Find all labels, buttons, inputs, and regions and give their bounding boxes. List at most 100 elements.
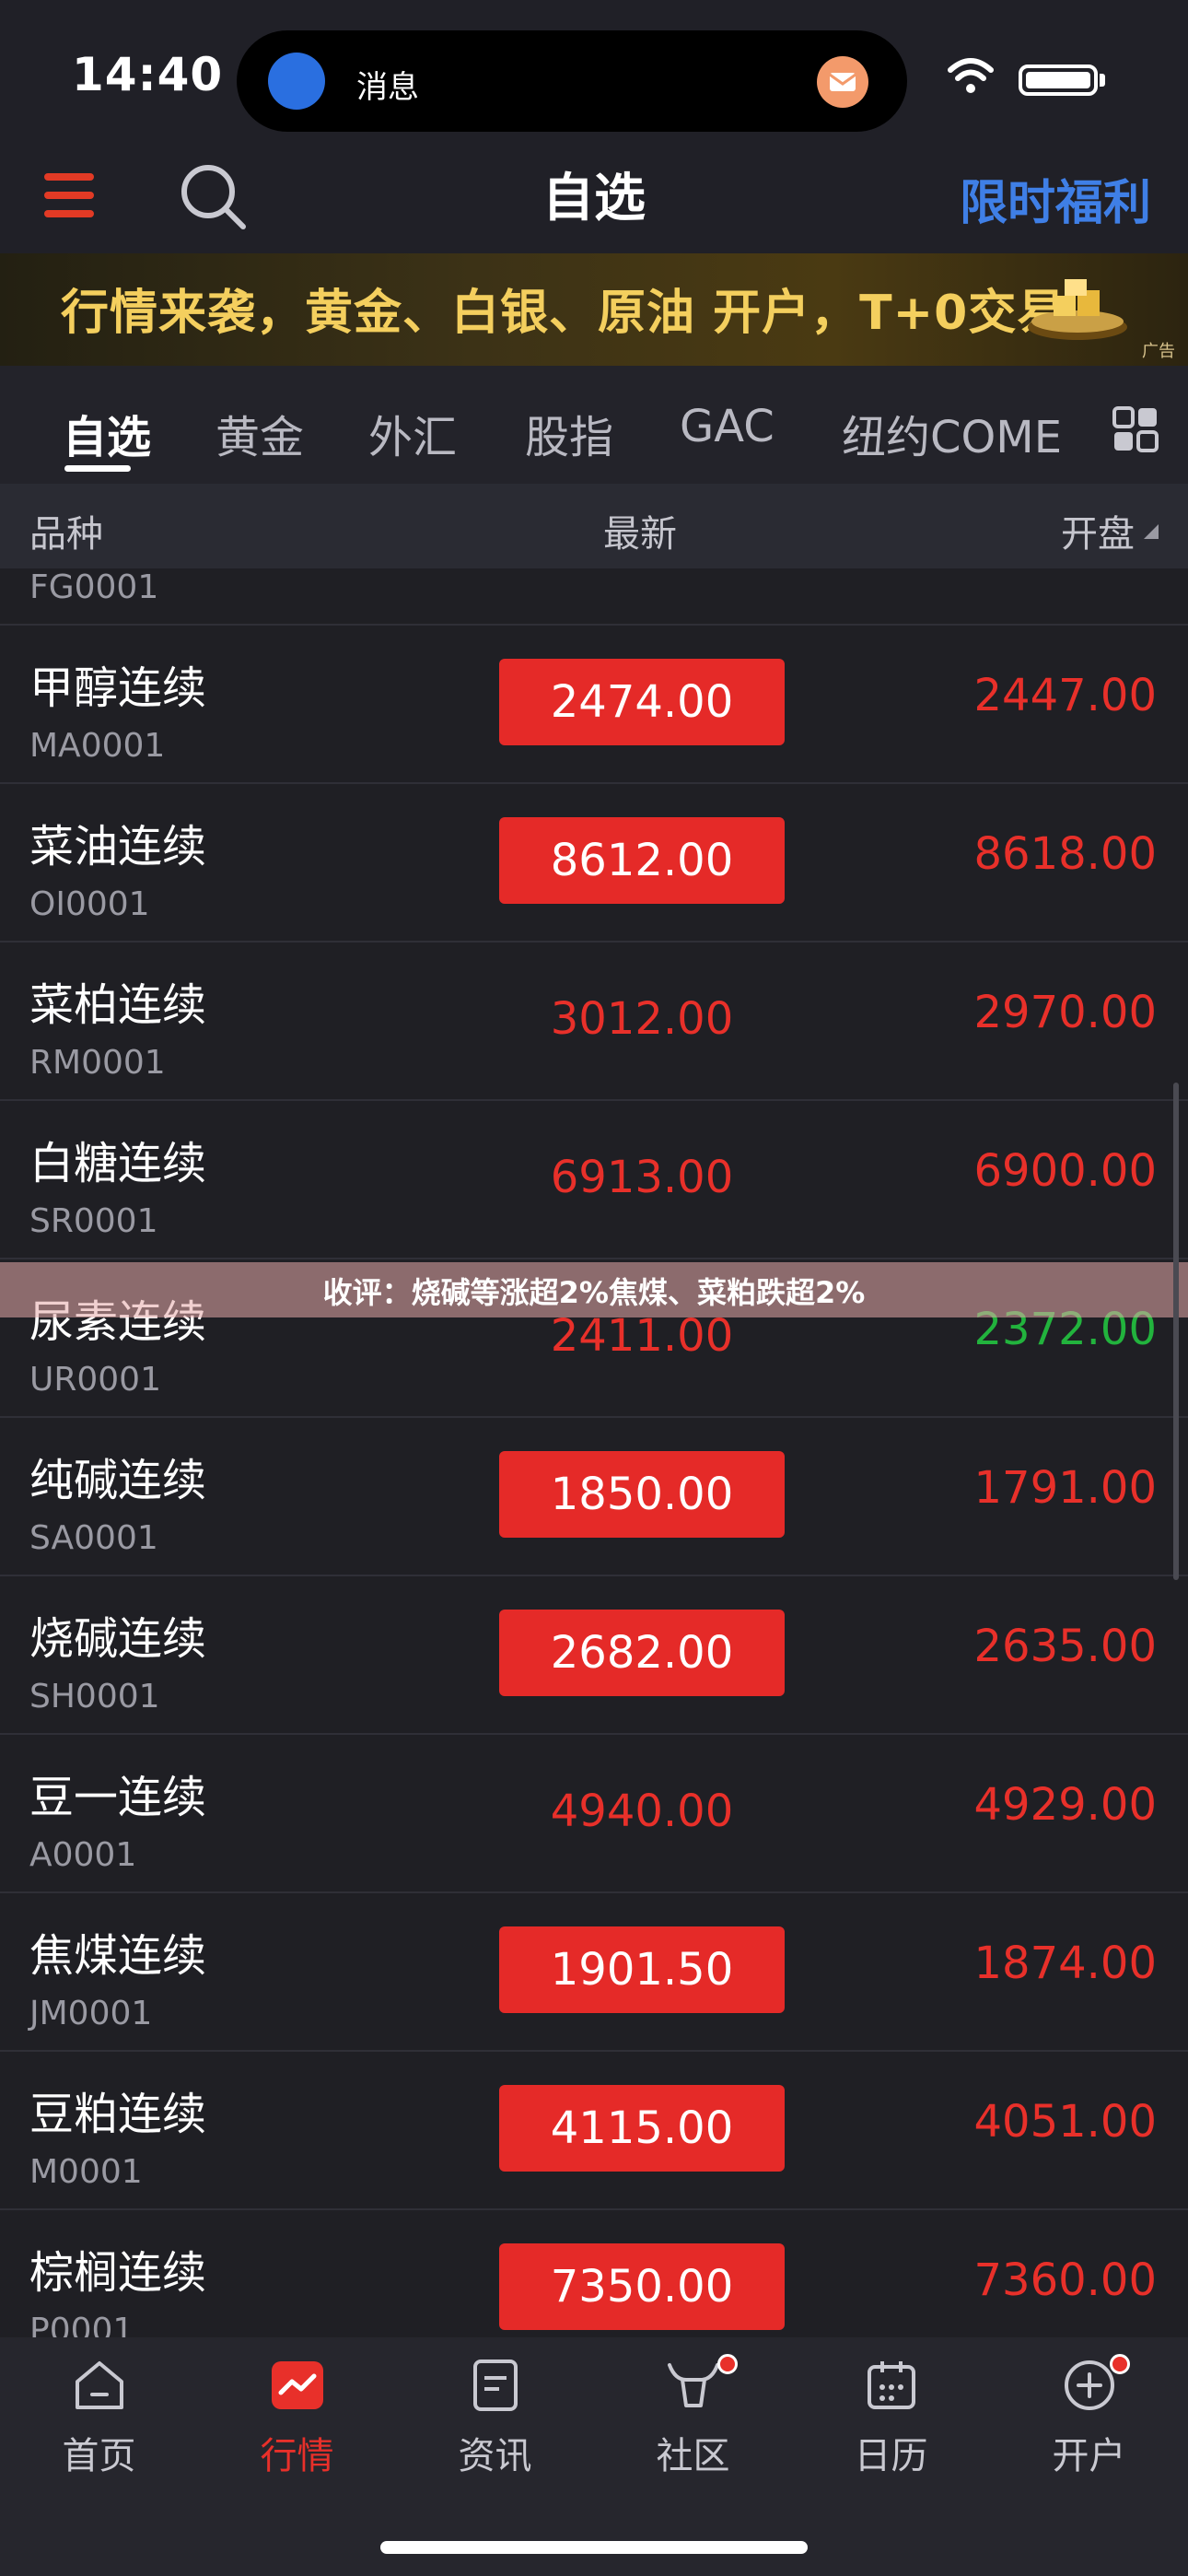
ad-tag: 广告 [1142,342,1175,361]
row-open-price: 8618.00 [973,828,1158,880]
promo-link[interactable]: 限时福利 [960,164,1151,233]
row-open-price: 2970.00 [973,987,1158,1038]
table-row[interactable]: 豆粕连续 M0001 4115.00 4051.00 [0,2052,1188,2210]
row-name: 棕榈连续 [29,2247,207,2299]
tab-gold[interactable]: 黄金 [215,401,304,465]
row-latest-price: 4940.00 [550,1786,734,1837]
row-code: MA0001 [29,727,166,765]
table-row[interactable]: 白糖连续 SR0001 6913.00 6900.00 [0,1101,1188,1259]
table-row[interactable]: 菜油连续 OI0001 8612.00 8618.00 [0,784,1188,943]
row-latest-price: 3012.00 [550,993,734,1045]
nav-calendar[interactable]: 日历 [792,2356,990,2479]
row-code: SR0001 [29,1202,158,1240]
row-latest-price: 2682.00 [499,1610,785,1696]
tab-comex[interactable]: 纽约COME [842,401,1072,465]
row-open-price: 2635.00 [973,1621,1158,1672]
nav-news[interactable]: 资讯 [396,2356,594,2479]
nav-open-account[interactable]: 开户 [990,2354,1188,2479]
column-open[interactable]: 开盘 [1061,504,1135,557]
wifi-icon [948,58,994,93]
bull-icon [667,2363,719,2407]
tab-index[interactable]: 股指 [525,401,613,465]
nav-community-label: 社区 [656,2435,730,2477]
market-chart-icon [271,2361,323,2409]
row-name: 烧碱连续 [29,1613,207,1665]
row-open-price: 2447.00 [973,670,1158,721]
nav-news-label: 资讯 [458,2435,532,2477]
nav-home-label: 首页 [62,2435,136,2477]
nav-open-account-label: 开户 [1052,2435,1126,2477]
row-latest-price: 8612.00 [499,817,785,904]
nav-market-label: 行情 [260,2435,334,2477]
battery-tip [1100,74,1105,87]
row-code: UR0001 [29,1361,161,1399]
column-open-label: 开盘 [1061,513,1135,556]
row-name: 白糖连续 [29,1138,207,1189]
tab-forex[interactable]: 外汇 [368,401,457,465]
row-open-price: 4051.00 [973,2096,1158,2148]
table-row[interactable]: FG0001 [0,568,1188,626]
row-latest-price: 1901.50 [499,1926,785,2013]
news-ticker[interactable]: 收评：烧碱等涨超2%焦煤、菜粕跌超2% [0,1262,1188,1317]
row-latest-price: 2474.00 [499,659,785,745]
dynamic-island[interactable]: 消息 [237,30,907,132]
row-latest-price: 4115.00 [499,2085,785,2172]
nav-home[interactable]: 首页 [0,2356,198,2479]
table-row[interactable]: 棕榈连续 P0001 7350.00 7360.00 [0,2210,1188,2337]
top-header: 自选 限时福利 [0,147,1188,253]
table-row[interactable]: 纯碱连续 SA0001 1850.00 1791.00 [0,1418,1188,1576]
row-name: 菜油连续 [29,821,207,872]
sort-icon[interactable] [1142,522,1160,541]
battery-level [1026,72,1090,88]
nav-calendar-label: 日历 [854,2435,928,2477]
home-indicator [380,2541,808,2554]
grid-menu-icon[interactable] [1112,406,1159,452]
table-row[interactable]: 菜柏连续 RM0001 3012.00 2970.00 [0,943,1188,1101]
mail-icon [817,56,868,108]
row-code: SH0001 [29,1678,160,1715]
table-row[interactable]: 烧碱连续 SH0001 2682.00 2635.00 [0,1576,1188,1735]
row-name: 豆粕连续 [29,2089,207,2140]
news-icon [472,2359,518,2411]
nav-community[interactable]: 社区 [594,2354,792,2479]
status-time: 14:40 [72,48,224,101]
row-open-price: 6900.00 [973,1145,1158,1197]
tab-watchlist[interactable]: 自选 [63,401,151,465]
row-code: M0001 [29,2153,143,2191]
news-text: 收评：烧碱等涨超2%焦煤、菜粕跌超2% [322,1275,866,1310]
column-header: 品种 最新 开盘 [0,484,1188,568]
row-open-price: 7360.00 [973,2254,1158,2306]
banner-text: 行情来袭，黄金、白银、原油 开户，T+0交易 [61,286,1066,341]
row-code: OI0001 [29,885,150,923]
row-latest-price: 7350.00 [499,2243,785,2330]
table-row[interactable]: 甲醇连续 MA0001 2474.00 2447.00 [0,626,1188,784]
tab-underline [64,465,131,472]
row-code: FG0001 [29,568,159,606]
table-row[interactable]: 焦煤连续 JM0001 1901.50 1874.00 [0,1893,1188,2052]
app-icon [268,53,325,110]
row-code: A0001 [29,1836,137,1874]
notification-dot [1110,2354,1130,2374]
table-row[interactable]: 豆一连续 A0001 4940.00 4929.00 [0,1735,1188,1893]
nav-market[interactable]: 行情 [198,2356,396,2479]
island-label: 消息 [356,69,419,106]
row-code: P0001 [29,2312,134,2337]
status-bar: 14:40 消息 [0,0,1188,147]
row-name: 焦煤连续 [29,1930,207,1982]
ad-banner[interactable]: 行情来袭，黄金、白银、原油 开户，T+0交易 广告 [0,253,1188,366]
gold-bars-icon [1028,279,1127,340]
row-latest-price: 6913.00 [550,1152,734,1203]
row-code: JM0001 [29,1995,153,2032]
quote-list: FG0001 甲醇连续 MA0001 2474.00 2447.00 菜油连续 OI000… [0,568,1188,2337]
home-icon [75,2361,123,2409]
tab-gac[interactable]: GAC [680,401,775,452]
row-code: RM0001 [29,1044,166,1082]
row-name: 甲醇连续 [29,662,207,714]
category-tabs: 自选 黄金 外汇 股指 GAC 纽约COME [0,366,1188,484]
column-name: 品种 [29,513,103,556]
column-latest[interactable]: 最新 [603,504,677,557]
scrollbar[interactable] [1173,1083,1179,1580]
row-name: 纯碱连续 [29,1455,207,1506]
row-code: SA0001 [29,1519,158,1557]
row-open-price: 4929.00 [973,1779,1158,1831]
